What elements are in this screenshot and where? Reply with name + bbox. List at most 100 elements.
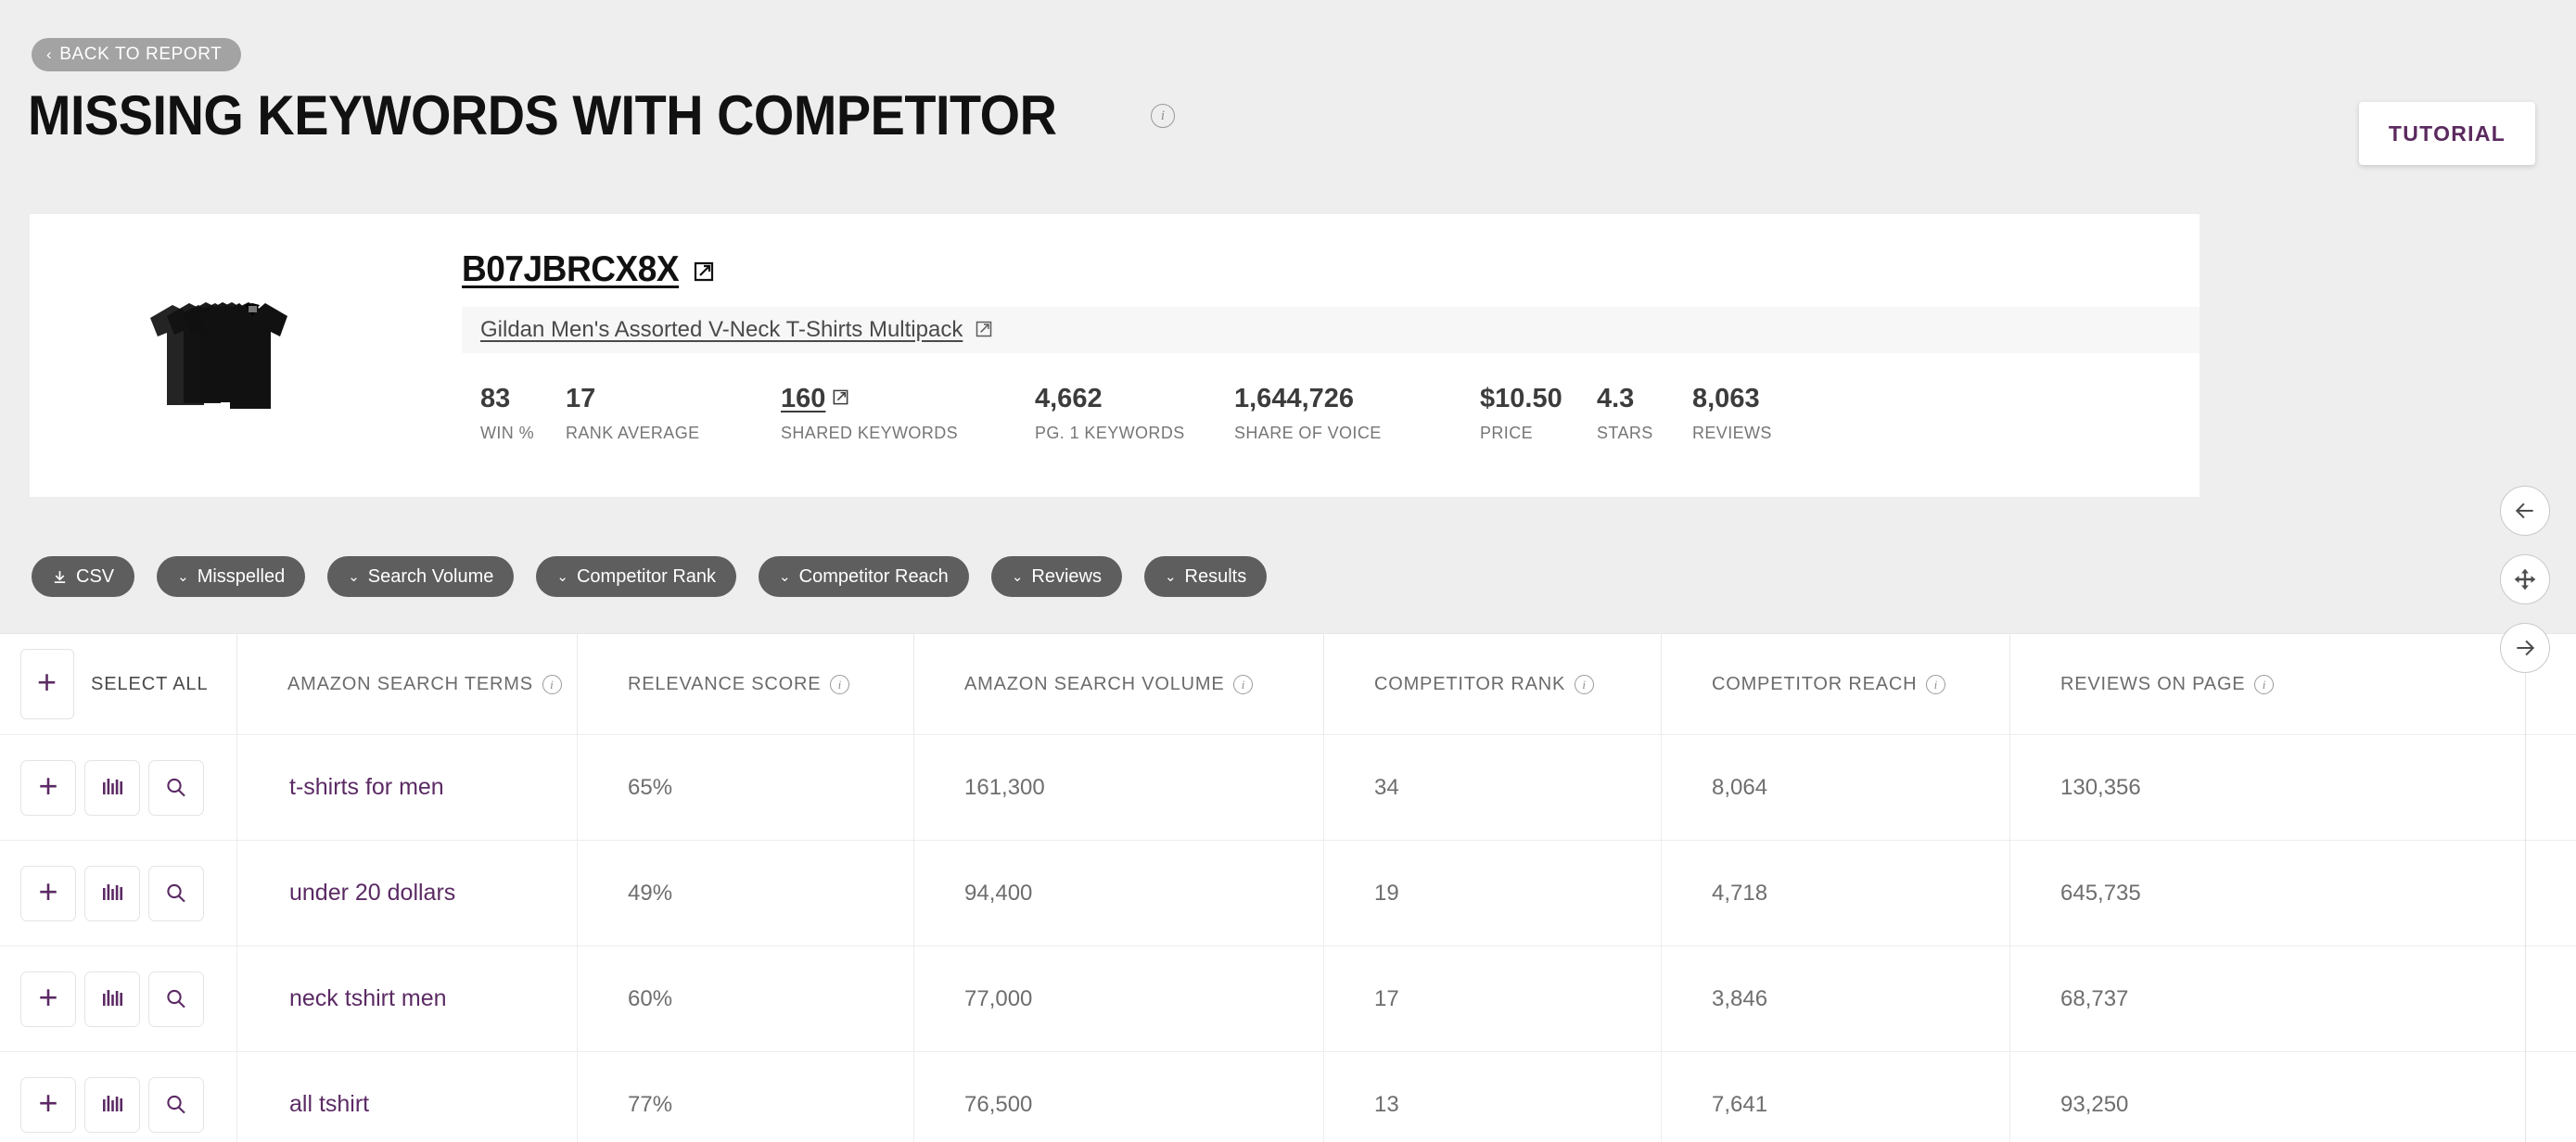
add-keyword-button[interactable]: + <box>20 865 76 921</box>
column-header-label: AMAZON SEARCH VOLUME <box>964 673 1225 694</box>
search-icon <box>167 1095 185 1113</box>
column-header-competitor-reach[interactable]: COMPETITOR REACH i <box>1662 634 2010 734</box>
table-right-divider <box>2525 633 2526 1142</box>
scroll-right-button[interactable] <box>2500 623 2550 673</box>
column-header-label: COMPETITOR RANK <box>1374 673 1566 694</box>
stat-price: $10.50 PRICE <box>1480 385 1597 443</box>
info-icon[interactable]: i <box>1575 674 1595 694</box>
cell-competitor-reach: 8,064 <box>1662 735 2010 840</box>
keyword-trend-button[interactable] <box>84 759 140 816</box>
chevron-down-icon: ⌄ <box>1011 568 1024 585</box>
select-all-checkbox[interactable]: + <box>20 649 74 719</box>
row-actions: + <box>0 1052 237 1142</box>
filter-chip-reviews[interactable]: ⌄ Reviews <box>990 556 1122 597</box>
stat-rank-average: 17 RANK AVERAGE <box>566 385 781 443</box>
stat-win-pct: 83 WIN % <box>480 385 566 443</box>
info-icon[interactable]: i <box>542 674 562 694</box>
info-icon[interactable]: i <box>2254 674 2275 694</box>
external-link-icon[interactable] <box>693 260 714 282</box>
filter-chip-competitor-reach[interactable]: ⌄ Competitor Reach <box>759 556 969 597</box>
cell-relevance-score: 49% <box>578 841 914 945</box>
info-icon[interactable]: i <box>1233 674 1254 694</box>
cell-competitor-rank: 13 <box>1324 1052 1662 1142</box>
keyword-search-button[interactable] <box>148 865 204 921</box>
tutorial-label: TUTORIAL <box>2388 121 2506 146</box>
stat-label: WIN % <box>480 424 534 443</box>
column-header-label: AMAZON SEARCH TERMS <box>287 673 533 694</box>
filter-chip-label: Misspelled <box>197 565 286 587</box>
chevron-down-icon: ⌄ <box>348 568 360 585</box>
column-header-label: COMPETITOR REACH <box>1712 673 1918 694</box>
stat-value: 1,644,726 <box>1234 384 1355 413</box>
stat-stars: 4.3 STARS <box>1597 385 1692 443</box>
back-to-report-button[interactable]: ‹ BACK TO REPORT <box>32 38 241 71</box>
select-all-header[interactable]: + SELECT ALL <box>0 634 237 734</box>
column-header-competitor-rank[interactable]: COMPETITOR RANK i <box>1324 634 1662 734</box>
keyword-trend-button[interactable] <box>84 971 140 1027</box>
stat-share-of-voice: 1,644,726 SHARE OF VOICE <box>1234 385 1480 443</box>
row-actions: + <box>0 841 237 945</box>
stat-shared-keywords[interactable]: 160 SHARED KEYWORDS <box>781 385 1035 443</box>
asin-link[interactable]: B07JBRCX8X <box>462 249 680 290</box>
cell-reviews-on-page: 645,735 <box>2060 880 2141 906</box>
table-header-row: + SELECT ALL AMAZON SEARCH TERMS i RELEV… <box>0 633 2576 735</box>
stat-pg1-keywords: 4,662 PG. 1 KEYWORDS <box>1035 385 1234 443</box>
filter-chip-misspelled[interactable]: ⌄ Misspelled <box>157 556 306 597</box>
keyword-search-button[interactable] <box>148 971 204 1027</box>
filter-chip-label: Competitor Rank <box>576 565 717 587</box>
add-keyword-button[interactable]: + <box>20 759 76 816</box>
pan-table-button[interactable] <box>2500 554 2550 604</box>
add-keyword-button[interactable]: + <box>20 1076 76 1133</box>
external-link-icon[interactable] <box>975 320 995 340</box>
keyword-search-button[interactable] <box>148 1076 204 1133</box>
csv-download-button[interactable]: CSV <box>32 556 135 597</box>
cell-search-volume: 161,300 <box>914 735 1324 840</box>
stat-value: 8,063 <box>1692 384 1760 413</box>
bar-chart-icon <box>103 883 122 900</box>
column-header-label: REVIEWS ON PAGE <box>2060 673 2246 694</box>
cell-competitor-reach: 7,641 <box>1662 1052 2010 1142</box>
column-header-reviews-on-page[interactable]: REVIEWS ON PAGE i <box>2010 634 2576 734</box>
search-icon <box>167 778 185 796</box>
page-title: MISSING KEYWORDS WITH COMPETITOR <box>28 84 1057 146</box>
scroll-left-button[interactable] <box>2500 486 2550 536</box>
tutorial-button[interactable]: TUTORIAL <box>2359 102 2535 165</box>
table-row: + neck tshirt men 60% 77,000 17 3,846 68… <box>0 946 2576 1052</box>
table-row: + under 20 dollars 49% 94,400 19 4,718 6… <box>0 841 2576 946</box>
filter-chip-search-volume[interactable]: ⌄ Search Volume <box>327 556 515 597</box>
stat-reviews: 8,063 REVIEWS <box>1692 385 1841 443</box>
asin-row: B07JBRCX8X <box>462 214 2200 290</box>
product-title-link[interactable]: Gildan Men's Assorted V-Neck T-Shirts Mu… <box>480 317 963 343</box>
cell-competitor-rank: 17 <box>1324 946 1662 1051</box>
info-icon[interactable]: i <box>1150 104 1175 128</box>
keyword-trend-button[interactable] <box>84 865 140 921</box>
next-arrow-icon <box>2517 640 2535 656</box>
stat-value-row: 160 <box>781 385 1035 412</box>
filter-chip-results[interactable]: ⌄ Results <box>1143 556 1268 597</box>
row-actions: + <box>0 735 237 840</box>
keyword-search-button[interactable] <box>148 759 204 816</box>
cell-search-volume: 77,000 <box>914 946 1324 1051</box>
column-header-amazon-search-terms[interactable]: AMAZON SEARCH TERMS i <box>237 634 578 734</box>
csv-label: CSV <box>76 565 115 587</box>
keyword-trend-button[interactable] <box>84 1076 140 1133</box>
bar-chart-icon <box>103 1095 122 1111</box>
column-header-relevance-score[interactable]: RELEVANCE SCORE i <box>578 634 914 734</box>
stat-value[interactable]: 160 <box>781 385 825 413</box>
external-link-icon[interactable] <box>832 388 852 409</box>
add-icon: + <box>37 663 57 701</box>
cell-relevance-score: 65% <box>578 735 914 840</box>
cell-reviews-on-page: 93,250 <box>2060 1091 2129 1117</box>
info-icon[interactable]: i <box>1926 674 1946 694</box>
table-row: + all tshirt 77% 76,500 13 7,641 93,250 <box>0 1052 2576 1142</box>
filter-chip-label: Search Volume <box>367 565 494 587</box>
column-header-amazon-search-volume[interactable]: AMAZON SEARCH VOLUME i <box>914 634 1324 734</box>
cell-relevance-score: 77% <box>578 1052 914 1142</box>
column-header-label: RELEVANCE SCORE <box>628 673 822 694</box>
stat-label: SHARE OF VOICE <box>1234 424 1382 443</box>
add-icon: + <box>38 871 58 910</box>
add-keyword-button[interactable]: + <box>20 971 76 1027</box>
cell-competitor-rank: 34 <box>1324 735 1662 840</box>
info-icon[interactable]: i <box>830 674 850 694</box>
filter-chip-competitor-rank[interactable]: ⌄ Competitor Rank <box>536 556 737 597</box>
